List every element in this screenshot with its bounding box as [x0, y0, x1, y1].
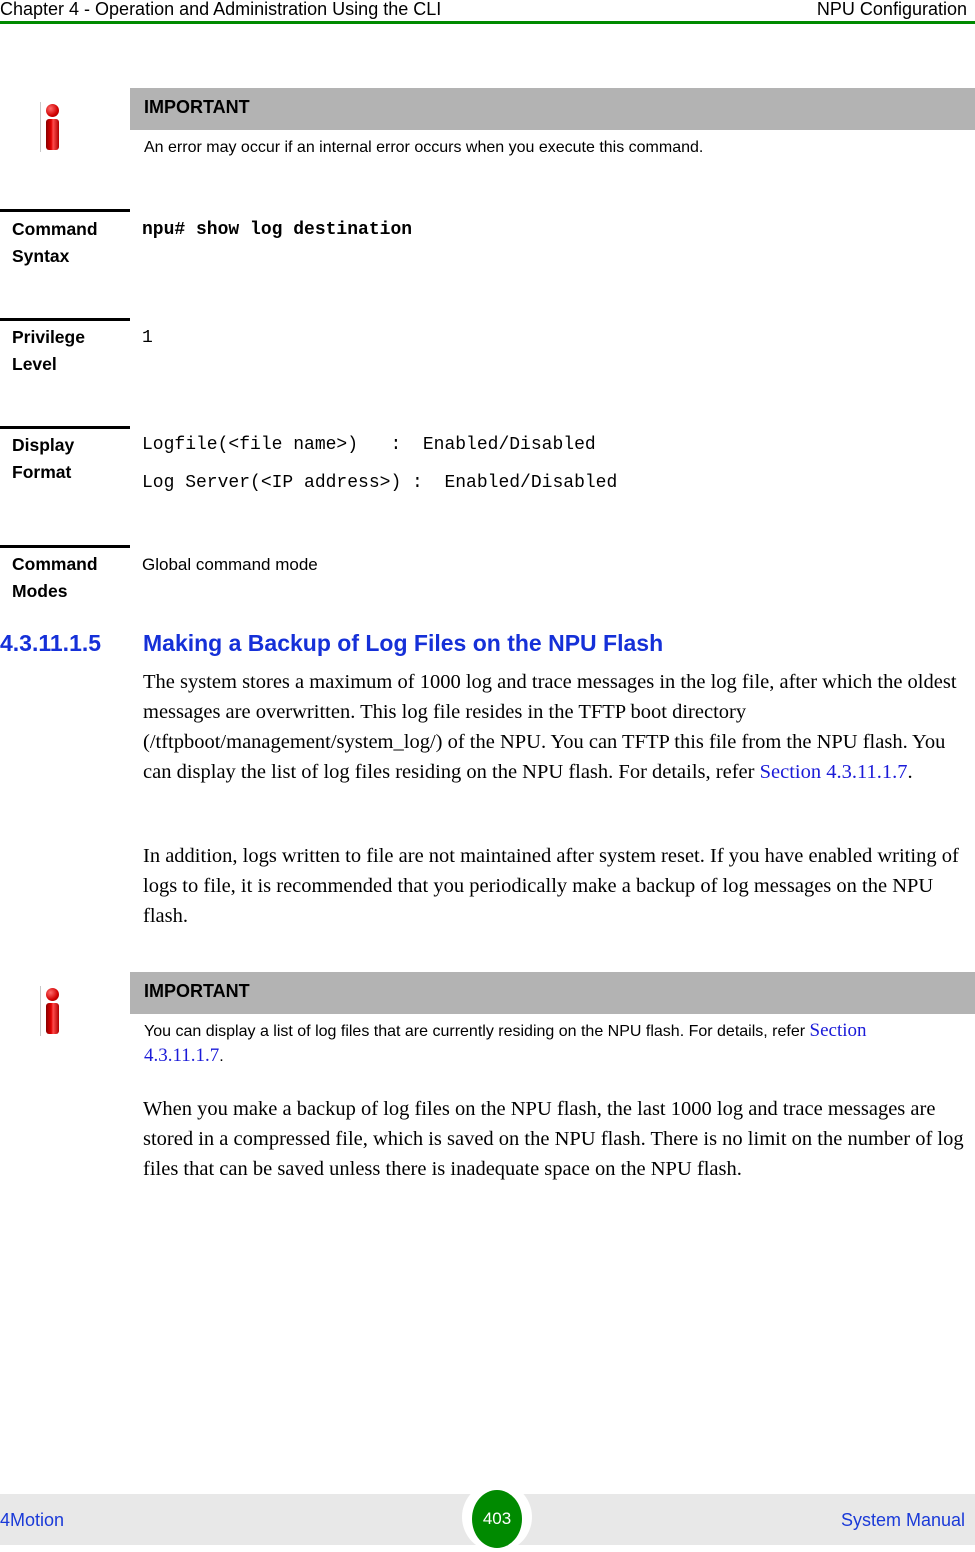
- footer-product: 4Motion: [0, 1510, 65, 1530]
- section-link[interactable]: Section 4.3.11.1.7: [760, 761, 908, 783]
- privilege-level-value: 1: [142, 328, 153, 348]
- important-note-title: IMPORTANT: [144, 981, 250, 1001]
- paragraph-1-end: .: [907, 761, 913, 783]
- display-format-line-1: Logfile(<file name>) : Enabled/Disabled: [142, 435, 596, 455]
- header-divider: [0, 21, 975, 24]
- label-privilege-level: Privilege Level: [12, 327, 85, 374]
- important-note-2-text: You can display a list of log files that…: [144, 1023, 810, 1040]
- important-note-header: IMPORTANT: [130, 88, 975, 130]
- page-number-badge: 403: [472, 1490, 522, 1548]
- important-note-header: IMPORTANT: [130, 972, 975, 1014]
- section-title: Making a Backup of Log Files on the NPU …: [143, 630, 664, 656]
- label-display-format: Display Format: [12, 435, 75, 482]
- important-note-2-end: .: [219, 1048, 224, 1065]
- important-note-text: You can display a list of log files that…: [144, 1019, 944, 1069]
- footer-manual-title: System Manual: [840, 1510, 965, 1530]
- section-number: 4.3.11.1.5: [0, 630, 102, 656]
- section-name: NPU Configuration: [816, 0, 967, 19]
- row-divider: [0, 426, 130, 429]
- paragraph-3: When you make a backup of log files on t…: [143, 1098, 964, 1180]
- display-format-line-2: Log Server(<IP address>) : Enabled/Disab…: [142, 473, 618, 493]
- important-info-icon: [40, 986, 70, 1036]
- label-command-modes: Command Modes: [12, 554, 98, 601]
- command-modes-value: Global command mode: [142, 555, 318, 574]
- command-syntax-value: npu# show log destination: [142, 220, 413, 240]
- row-divider: [0, 545, 130, 548]
- paragraph-2: In addition, logs written to file are no…: [143, 845, 959, 927]
- row-divider: [0, 209, 130, 212]
- important-note-text: An error may occur if an internal error …: [144, 139, 704, 156]
- important-note-title: IMPORTANT: [144, 97, 250, 117]
- row-divider: [0, 318, 130, 321]
- chapter-title: Chapter 4 - Operation and Administration…: [0, 0, 442, 19]
- paragraph-1: The system stores a maximum of 1000 log …: [143, 667, 973, 787]
- label-command-syntax: Command Syntax: [12, 219, 98, 266]
- important-info-icon: [40, 102, 70, 152]
